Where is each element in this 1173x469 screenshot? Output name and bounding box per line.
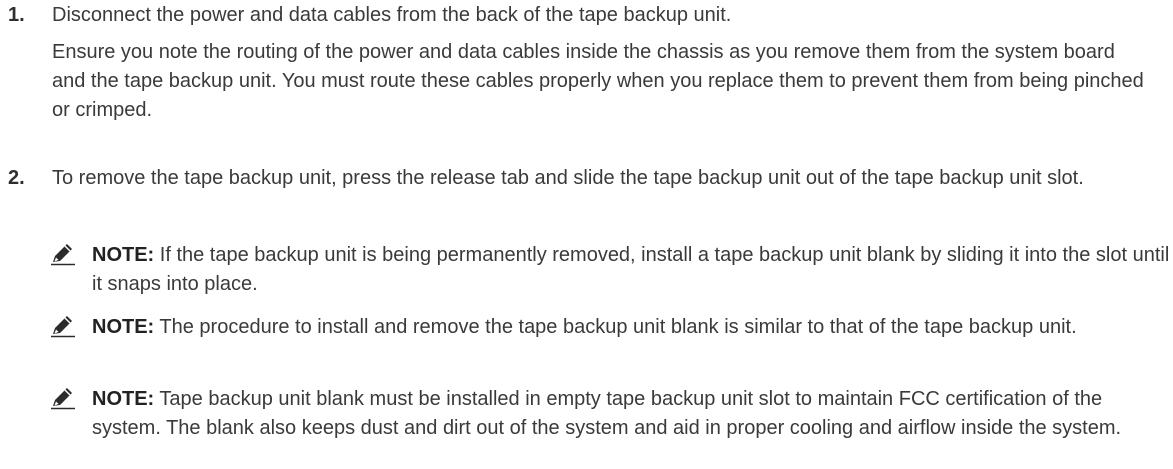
- note-text: NOTE: The procedure to install and remov…: [92, 313, 1172, 342]
- note-pencil-icon: [50, 314, 76, 338]
- note-text: NOTE: If the tape backup unit is being p…: [92, 241, 1172, 299]
- step-instruction: To remove the tape backup unit, press th…: [52, 167, 1084, 189]
- note-label: NOTE:: [92, 388, 155, 410]
- note-text: NOTE: Tape backup unit blank must be ins…: [92, 385, 1172, 443]
- note-label: NOTE:: [92, 316, 155, 338]
- step-detail: Ensure you note the routing of the power…: [52, 41, 1144, 121]
- step-body: To remove the tape backup unit, press th…: [52, 164, 1152, 193]
- note-pencil-icon: [50, 386, 76, 410]
- step-number: 1.: [8, 4, 25, 26]
- note-body: If the tape backup unit is being permane…: [92, 244, 1170, 295]
- note-pencil-icon: [50, 242, 76, 266]
- note-body: Tape backup unit blank must be installed…: [92, 388, 1122, 439]
- step-number: 2.: [8, 167, 25, 189]
- step-body: Disconnect the power and data cables fro…: [52, 1, 1152, 125]
- note-body: The procedure to install and remove the …: [154, 316, 1077, 338]
- note-label: NOTE:: [92, 244, 155, 266]
- step-instruction: Disconnect the power and data cables fro…: [52, 4, 732, 26]
